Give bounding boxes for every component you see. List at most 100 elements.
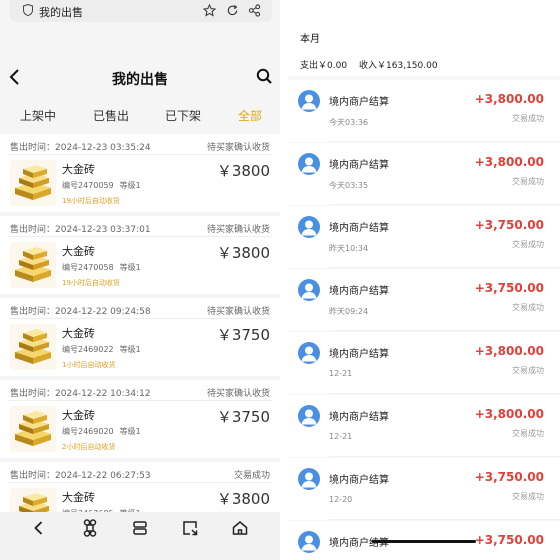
merchant-avatar-icon (298, 405, 320, 427)
transaction-row[interactable]: 境内商户结算 12-21 +3,800.00 交易成功 (288, 395, 560, 457)
tab-removed[interactable]: 已下架 (165, 107, 201, 124)
sell-time: 售出时间：2024-12-22 10:34:12 (10, 386, 151, 399)
row-divider (329, 456, 560, 457)
back-icon[interactable] (30, 519, 48, 537)
product-price: ￥3750 (216, 326, 270, 344)
header-bar: 我的出售 (0, 60, 280, 94)
transaction-row[interactable]: 境内商户结算 12-21 +3,800.00 交易成功 (288, 332, 560, 394)
transaction-title: 境内商户结算 (329, 286, 389, 297)
transaction-title: 境内商户结算 (329, 475, 389, 486)
transaction-row[interactable]: 境内商户结算 今天03:35 +3,800.00 交易成功 (288, 143, 560, 205)
browser-toolbar (0, 512, 280, 560)
home-icon[interactable] (231, 519, 249, 537)
order-status: 待买家确认收货 (206, 225, 270, 235)
merchant-avatar-icon (298, 153, 320, 175)
gold-bar-image[interactable] (10, 324, 56, 370)
product-info: 编号2469022 等级1 (62, 344, 141, 355)
transaction-amount: +3,800.00 (474, 407, 544, 421)
order-card[interactable]: 售出时间：2024-12-22 10:34:12 待买家确认收货大金砖 ￥3750 编… (0, 380, 280, 458)
card-divider (8, 236, 272, 237)
row-divider (329, 267, 560, 268)
transaction-amount: +3,750.00 (474, 470, 544, 484)
product-price: ￥3800 (216, 490, 270, 508)
transaction-title: 境内商户结算 (329, 349, 389, 360)
tabs-icon[interactable] (131, 519, 149, 537)
transaction-row[interactable]: 境内商户结算 昨天09:24 +3,750.00 交易成功 (288, 269, 560, 331)
product-name: 大金砖 (62, 491, 95, 504)
product-info: 编号2470058 等级1 (62, 262, 141, 273)
transaction-row[interactable]: 境内商户结算 昨天10:34 +3,750.00 交易成功 (288, 206, 560, 268)
transaction-amount: +3,800.00 (474, 92, 544, 106)
share-icon[interactable] (248, 4, 261, 17)
command-icon[interactable] (81, 519, 99, 537)
auto-receive-note: 19小时后自动收货 (62, 279, 120, 287)
month-summary: 支出￥0.00 收入￥163,150.00 (300, 58, 438, 71)
product-name: 大金砖 (62, 409, 95, 422)
transaction-time: 12-20 (329, 495, 353, 504)
sell-time-label: 售出时间： (10, 225, 56, 235)
transaction-status: 交易成功 (512, 114, 544, 123)
order-card[interactable]: 售出时间：2024-12-23 03:35:24 待买家确认收货 大金砖 ￥3800 编… (0, 134, 280, 212)
tab-on-sale[interactable]: 上架中 (20, 107, 56, 124)
merchant-avatar-icon (298, 90, 320, 112)
product-price: ￥3750 (216, 408, 270, 426)
search-icon[interactable] (256, 68, 272, 84)
new-tab-icon[interactable] (181, 519, 199, 537)
product-level: 等级1 (119, 181, 141, 190)
transaction-time: 昨天10:34 (329, 244, 369, 253)
transaction-status: 交易成功 (512, 366, 544, 375)
row-divider (329, 141, 560, 142)
sell-time: 售出时间：2024-12-22 06:27:53 (10, 468, 151, 481)
auto-receive-note: 2小时后自动收货 (62, 443, 116, 451)
row-divider (329, 519, 560, 520)
expense-total: 支出￥0.00 (300, 61, 348, 71)
order-card[interactable]: 售出时间：2024-12-23 03:37:01 待买家确认收货 大金砖 ￥3800 编… (0, 216, 280, 294)
order-status: 待买家确认收货 (206, 307, 270, 317)
gold-bar-image[interactable] (10, 406, 56, 452)
product-level: 等级1 (119, 263, 141, 272)
bill-header: 本月 支出￥0.00 收入￥163,150.00 (288, 0, 560, 76)
row-divider (329, 330, 560, 331)
sell-time-value: 2024-12-22 06:27:53 (55, 471, 151, 481)
gold-bar-image[interactable] (10, 242, 56, 288)
transaction-row[interactable]: 境内商户结算 今天03:36 +3,800.00 交易成功 (288, 80, 560, 142)
merchant-avatar-icon (298, 342, 320, 364)
transaction-time: 12-21 (329, 432, 353, 441)
transaction-status: 交易成功 (512, 492, 544, 501)
sell-time: 售出时间：2024-12-23 03:37:01 (10, 222, 151, 235)
sell-time-value: 2024-12-23 03:37:01 (55, 225, 151, 235)
sell-time-value: 2024-12-23 03:35:24 (55, 143, 151, 153)
transaction-amount: +3,750.00 (474, 281, 544, 295)
transaction-status: 交易成功 (512, 429, 544, 438)
transaction-time: 12-21 (329, 369, 353, 378)
product-price: ￥3800 (216, 162, 270, 180)
tab-all[interactable]: 全部 (238, 107, 262, 124)
tab-sold[interactable]: 已售出 (93, 107, 129, 124)
month-label[interactable]: 本月 (300, 30, 320, 45)
gold-bar-image[interactable] (10, 160, 56, 206)
star-icon[interactable] (203, 4, 216, 17)
row-divider (329, 204, 560, 205)
product-name: 大金砖 (62, 245, 95, 258)
shield-icon (23, 4, 33, 16)
sell-time-label: 售出时间： (10, 389, 56, 399)
refresh-icon[interactable] (226, 4, 239, 17)
card-divider (8, 318, 272, 319)
sell-time-label: 售出时间： (10, 143, 56, 153)
transaction-row[interactable]: 境内商户结算 12-20 +3,750.00 交易成功 (288, 458, 560, 520)
card-divider (8, 400, 272, 401)
order-status: 待买家确认收货 (206, 389, 270, 399)
transaction-title: 境内商户结算 (329, 160, 389, 171)
transaction-amount: +3,800.00 (474, 155, 544, 169)
merchant-avatar-icon (298, 531, 320, 553)
order-card[interactable]: 售出时间：2024-12-22 09:24:58 待买家确认收货 大金砖 ￥3750 编… (0, 298, 280, 376)
product-info: 编号2469020 等级1 (62, 426, 141, 437)
status-tabs: 上架中 已售出 已下架 全部 (0, 100, 280, 130)
sell-time: 售出时间：2024-12-22 09:24:58 (10, 304, 151, 317)
sell-time-value: 2024-12-22 09:24:58 (55, 307, 151, 317)
income-total: 收入￥163,150.00 (359, 61, 438, 71)
transaction-amount: +3,750.00 (474, 533, 544, 547)
transaction-title: 境内商户结算 (329, 412, 389, 423)
product-info: 编号2470059 等级1 (62, 180, 141, 191)
address-bar[interactable]: 我的出售 (10, 0, 272, 22)
